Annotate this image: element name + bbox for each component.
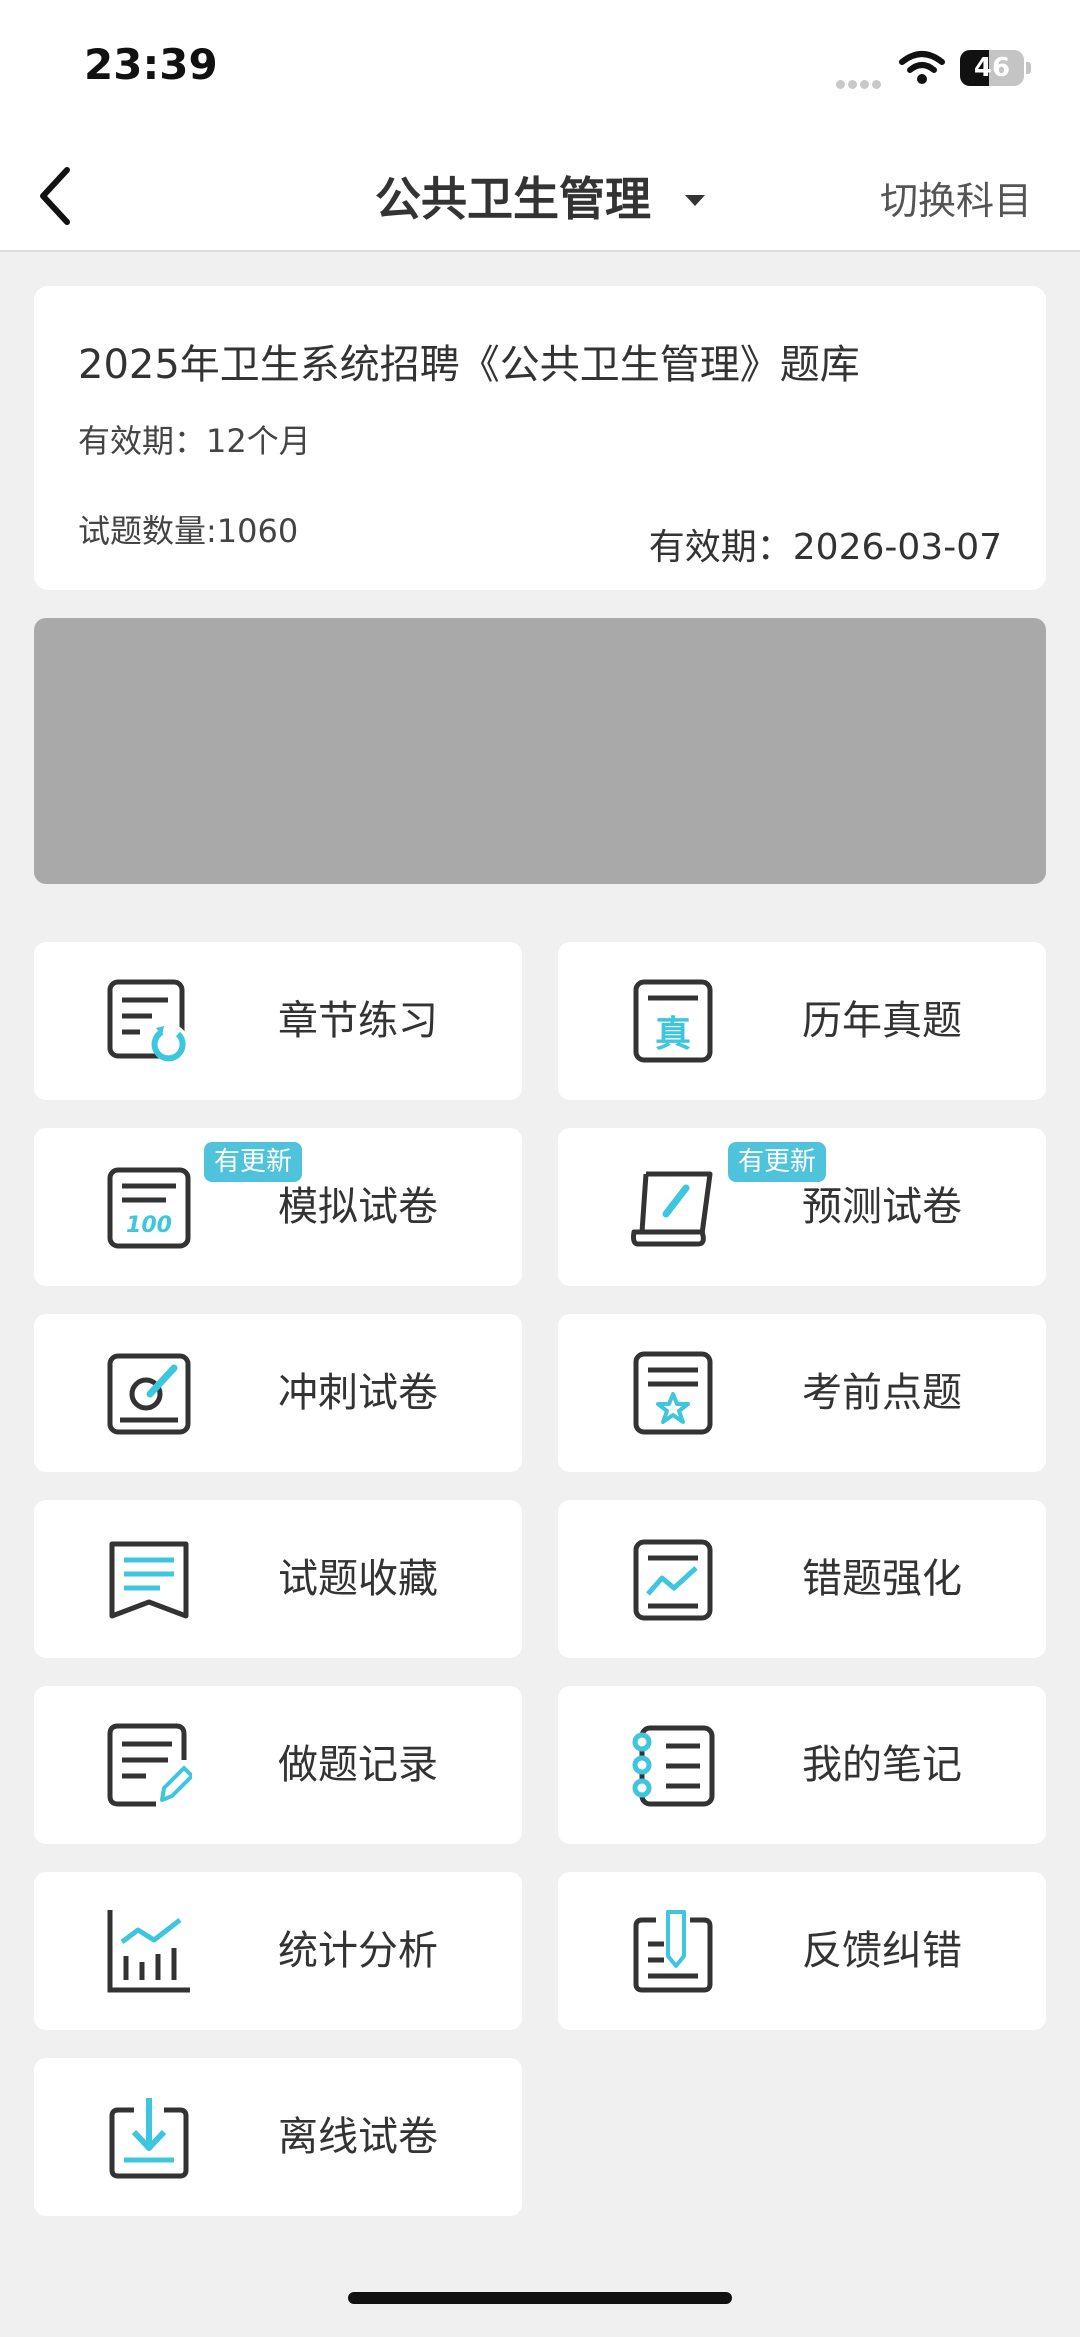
notes-icon <box>632 1725 715 1807</box>
tile-wrong-questions[interactable]: 错题强化 <box>558 1500 1046 1658</box>
tile-label: 离线试卷 <box>278 2114 438 2160</box>
battery-icon: 46 <box>960 50 1024 86</box>
battery-cap <box>1026 62 1031 74</box>
tile-practice-record[interactable]: 做题记录 <box>34 1686 522 1844</box>
cellular-signal-icon <box>836 74 886 89</box>
tile-forecast-paper[interactable]: 有更新 预测试卷 <box>558 1128 1046 1286</box>
expiry-date: 有效期：2026-03-07 <box>648 527 1002 568</box>
switch-subject-button[interactable]: 切换科目 <box>880 170 1032 225</box>
back-button[interactable] <box>20 156 90 236</box>
caret-down-icon <box>685 194 705 206</box>
chevron-left-icon <box>40 167 70 225</box>
tile-label: 章节练习 <box>278 998 438 1044</box>
tile-sprint-paper[interactable]: 冲刺试卷 <box>34 1314 522 1472</box>
tile-label: 历年真题 <box>802 998 962 1044</box>
past-exams-icon: 真 <box>633 979 713 1063</box>
tile-label: 我的笔记 <box>802 1742 962 1788</box>
tile-label: 试题收藏 <box>278 1556 438 1602</box>
tile-feedback[interactable]: 反馈纠错 <box>558 1872 1046 2030</box>
status-time: 23:39 <box>84 40 218 89</box>
status-bar: 23:39 46 <box>0 0 1080 140</box>
tile-label: 做题记录 <box>278 1742 438 1788</box>
sprint-paper-icon <box>107 1353 191 1435</box>
subject-dropdown[interactable]: 公共卫生管理 <box>375 163 705 229</box>
tile-label: 冲刺试卷 <box>278 1370 438 1416</box>
pre-exam-tips-icon <box>633 1351 713 1435</box>
tile-label: 反馈纠错 <box>802 1928 962 1974</box>
tile-chapter-practice[interactable]: 章节练习 <box>34 942 522 1100</box>
question-bank-card: 2025年卫生系统招聘《公共卫生管理》题库 有效期：12个月 试题数量:1060… <box>34 286 1046 590</box>
mock-paper-icon: 100 <box>107 1167 191 1249</box>
tile-label: 预测试卷 <box>802 1184 962 1230</box>
favorites-icon <box>109 1541 189 1619</box>
svg-text:真: 真 <box>655 1014 691 1055</box>
tile-label: 模拟试卷 <box>278 1184 438 1230</box>
page-title: 公共卫生管理 <box>375 172 651 226</box>
offline-paper-icon <box>109 2098 189 2179</box>
validity-period: 有效期：12个月 <box>78 422 311 460</box>
tile-pre-exam-tips[interactable]: 考前点题 <box>558 1314 1046 1472</box>
tile-label: 统计分析 <box>278 1928 438 1974</box>
tile-past-exams[interactable]: 真 历年真题 <box>558 942 1046 1100</box>
home-indicator <box>348 2292 732 2304</box>
banner[interactable] <box>34 618 1046 884</box>
wifi-icon <box>899 51 945 84</box>
tile-notes[interactable]: 我的笔记 <box>558 1686 1046 1844</box>
battery-level: 46 <box>973 53 1011 83</box>
statistics-icon <box>107 1910 190 1993</box>
feedback-icon <box>633 1910 713 1993</box>
practice-record-icon <box>107 1723 192 1807</box>
tile-mock-paper[interactable]: 100 有更新 模拟试卷 <box>34 1128 522 1286</box>
chapter-practice-icon <box>107 979 188 1062</box>
tile-label: 错题强化 <box>802 1556 962 1602</box>
tile-favorites[interactable]: 试题收藏 <box>34 1500 522 1658</box>
question-count: 试题数量:1060 <box>78 512 299 550</box>
tile-offline-paper[interactable]: 离线试卷 <box>34 2058 522 2216</box>
forecast-paper-icon <box>631 1171 713 1247</box>
tile-label: 考前点题 <box>802 1370 962 1416</box>
tile-statistics[interactable]: 统计分析 <box>34 1872 522 2030</box>
nav-bar: 公共卫生管理 切换科目 <box>0 140 1080 252</box>
bank-title: 2025年卫生系统招聘《公共卫生管理》题库 <box>78 342 860 388</box>
wrong-questions-icon <box>633 1539 713 1621</box>
svg-text:100: 100 <box>126 1213 172 1238</box>
